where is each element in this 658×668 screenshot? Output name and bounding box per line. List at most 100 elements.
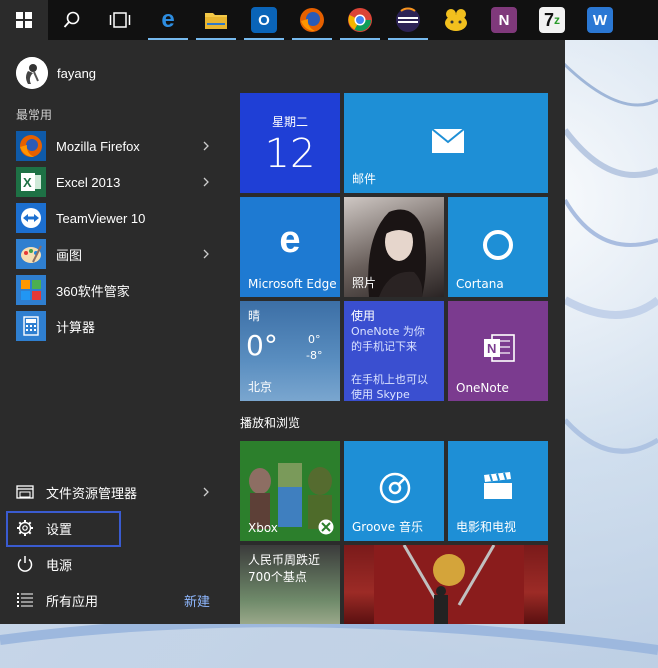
taskbar-edge[interactable]: e xyxy=(144,0,192,40)
xbox-tile[interactable]: Xbox xyxy=(240,441,340,541)
taskbar-onenote[interactable]: N xyxy=(480,0,528,40)
mail-label: 邮件 xyxy=(352,172,377,186)
groove-tile[interactable]: Groove 音乐 xyxy=(344,441,444,541)
app-item-label: 360软件管家 xyxy=(56,283,130,299)
xbox-logo-icon xyxy=(318,519,334,535)
chevron-right-icon[interactable] xyxy=(200,140,212,152)
chevron-right-icon[interactable] xyxy=(200,248,212,260)
skype-promo-line2: 的手机记下来 xyxy=(351,340,417,353)
power-item[interactable]: 电源 xyxy=(0,546,232,582)
weather-low: -8° xyxy=(306,349,323,362)
most-used-list: Mozilla Firefox X Excel 2013 TeamViewer … xyxy=(0,128,232,344)
app-item-label: Excel 2013 xyxy=(56,174,121,190)
movies-tv-label: 电影和电视 xyxy=(456,520,517,534)
edge-icon: e xyxy=(279,219,301,261)
chrome-icon xyxy=(348,8,372,32)
news-headline-line1: 人民币周跌近 xyxy=(248,553,321,567)
start-button[interactable] xyxy=(0,0,48,40)
weather-tile[interactable]: 晴 0° 0° -8° 北京 xyxy=(240,301,340,401)
svg-text:X: X xyxy=(23,175,32,190)
taskbar-firefox[interactable] xyxy=(288,0,336,40)
app-item-label: 计算器 xyxy=(56,319,96,335)
avatar xyxy=(16,57,48,89)
weather-condition: 晴 xyxy=(248,309,261,323)
onenote-icon: N xyxy=(491,7,517,33)
new-badge: 新建 xyxy=(183,594,210,610)
clapperboard-icon xyxy=(484,472,512,499)
taskbar-yellow-app[interactable] xyxy=(432,0,480,40)
app-item-paint[interactable]: 画图 xyxy=(0,236,232,272)
outlook-icon: O xyxy=(251,7,277,33)
skype-promo-tile[interactable]: 使用 OneNote 为你 的手机记下来 在手机上也可以 使用 Skype xyxy=(344,301,444,401)
app-item-label: TeamViewer 10 xyxy=(56,210,146,226)
skype-promo-title: 使用 xyxy=(351,309,376,323)
chevron-right-icon[interactable] xyxy=(200,176,212,188)
app-item-teamviewer[interactable]: TeamViewer 10 xyxy=(0,200,232,236)
edge-tile[interactable]: e Microsoft Edge xyxy=(240,197,340,297)
news-headline-line2: 700个基点 xyxy=(248,570,307,584)
task-view-button[interactable] xyxy=(96,0,144,40)
calendar-tile[interactable]: 星期二 12 xyxy=(240,93,340,193)
search-icon xyxy=(63,11,80,28)
app-item-label: 画图 xyxy=(56,247,83,263)
cortana-label: Cortana xyxy=(456,277,504,291)
all-apps-item[interactable]: 所有应用 新建 xyxy=(0,582,232,618)
file-explorer-label: 文件资源管理器 xyxy=(46,486,138,502)
edge-icon: e xyxy=(161,6,175,33)
skype-promo-line4: 使用 Skype xyxy=(351,388,410,401)
photos-tile[interactable]: 照片 xyxy=(344,197,444,297)
settings-item[interactable]: 设置 xyxy=(0,510,232,547)
app-item-firefox[interactable]: Mozilla Firefox xyxy=(0,128,232,164)
mail-tile[interactable]: 邮件 xyxy=(344,93,548,193)
calculator-icon xyxy=(16,311,46,341)
onenote-tile[interactable]: N OneNote xyxy=(448,301,548,401)
cortana-tile[interactable]: Cortana xyxy=(448,197,548,297)
windows-logo-icon xyxy=(16,12,32,28)
movies-tv-tile[interactable]: 电影和电视 xyxy=(448,441,548,541)
taskbar-chrome[interactable] xyxy=(336,0,384,40)
list-icon xyxy=(17,593,33,607)
hukou-book-image xyxy=(374,545,524,624)
taskbar-word[interactable]: W xyxy=(576,0,624,40)
file-explorer-item[interactable]: 文件资源管理器 xyxy=(0,474,232,510)
folder-icon xyxy=(205,13,227,29)
task-view-icon xyxy=(109,12,131,28)
user-account[interactable]: fayang xyxy=(16,56,96,90)
paint-icon xyxy=(16,239,46,269)
groove-label: Groove 音乐 xyxy=(352,520,423,534)
chevron-right-icon[interactable] xyxy=(200,486,212,498)
user-name: fayang xyxy=(57,65,97,81)
xbox-label: Xbox xyxy=(248,521,278,535)
taskbar-eclipse[interactable] xyxy=(384,0,432,40)
calendar-day: 12 xyxy=(264,131,316,177)
yellow-app-icon xyxy=(445,9,467,31)
photos-label: 照片 xyxy=(352,276,377,290)
start-menu: fayang 最常用 Mozilla Firefox X Excel 2013 … xyxy=(0,40,565,624)
weather-high: 0° xyxy=(308,333,321,346)
news-tile[interactable]: 人民币周跌近 700个基点 xyxy=(240,545,340,624)
search-button[interactable] xyxy=(48,0,96,40)
taskbar-outlook[interactable]: O xyxy=(240,0,288,40)
taskbar-7zip[interactable]: 7z xyxy=(528,0,576,40)
app-item-calculator[interactable]: 计算器 xyxy=(0,308,232,344)
weather-temp: 0° xyxy=(246,329,278,362)
app-item-excel[interactable]: X Excel 2013 xyxy=(0,164,232,200)
skype-promo-line3: 在手机上也可以 xyxy=(351,373,428,386)
onenote-icon: N xyxy=(484,334,515,362)
app-item-label: Mozilla Firefox xyxy=(56,138,140,154)
power-label: 电源 xyxy=(46,558,73,574)
tiles-area: 星期二 12 邮件 e Microsoft Edge 照片 Cortana 晴 … xyxy=(240,40,565,624)
group-title-play-explore: 播放和浏览 xyxy=(240,416,301,430)
groove-music-icon xyxy=(379,472,411,504)
power-icon xyxy=(17,556,33,572)
start-left-column: fayang 最常用 Mozilla Firefox X Excel 2013 … xyxy=(0,40,232,624)
taskbar-file-explorer[interactable] xyxy=(192,0,240,40)
onenote-label: OneNote xyxy=(456,381,509,395)
app-item-360[interactable]: 360软件管家 xyxy=(0,272,232,308)
start-bottom-list: 文件资源管理器 设置 电源 所有应用 新建 xyxy=(0,474,232,618)
settings-label: 设置 xyxy=(46,522,73,538)
svg-text:N: N xyxy=(487,341,496,356)
book-image-tile[interactable] xyxy=(344,545,548,624)
firefox-icon xyxy=(300,8,324,32)
weather-city: 北京 xyxy=(248,380,273,394)
